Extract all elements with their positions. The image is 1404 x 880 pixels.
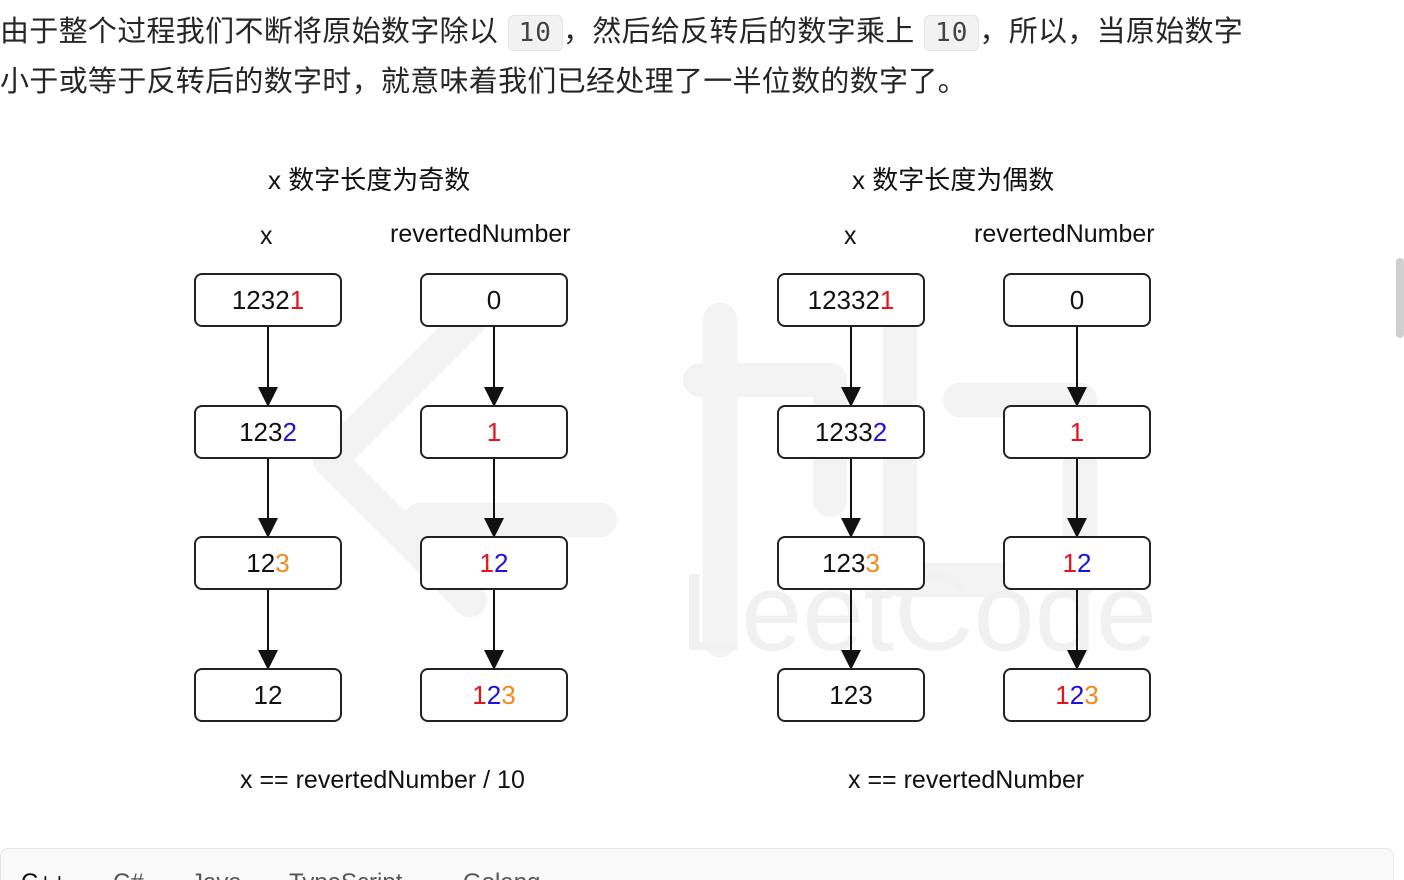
node-digit: 1 bbox=[1055, 679, 1070, 710]
right-rev-label: revertedNumber bbox=[974, 220, 1155, 248]
paragraph-line-1: 由于整个过程我们不断将原始数字除以 10 ，然后给反转后的数字乘上 10 ，所以，当… bbox=[0, 6, 1400, 56]
node-digits: 1233 bbox=[814, 416, 873, 447]
node-digit: 1 bbox=[472, 679, 487, 710]
left-x-node: 12 3 bbox=[194, 536, 342, 590]
left-rev-node: 1 bbox=[420, 405, 568, 459]
left-equation: x == revertedNumber / 10 bbox=[240, 766, 525, 794]
left-rev-node: 12 bbox=[420, 536, 568, 590]
node-digit: 2 bbox=[1077, 547, 1092, 578]
inline-code: 10 bbox=[507, 15, 563, 51]
node-digit: 3 bbox=[501, 679, 516, 710]
palindrome-diagram: LeetCode x 数字长度为奇数 x revertedNumber 1232… bbox=[0, 120, 1404, 820]
left-panel-title: x 数字长度为奇数 bbox=[268, 165, 471, 195]
left-x-node: 123 2 bbox=[194, 405, 342, 459]
node-digit: 1 bbox=[1062, 547, 1077, 578]
node-digit: 0 bbox=[1069, 284, 1085, 315]
node-digit: 1 bbox=[1069, 416, 1085, 447]
node-digits: 1232 bbox=[231, 284, 290, 315]
left-x-node: 1232 1 bbox=[194, 273, 342, 327]
paragraph-text: ，然后给反转后的数字乘上 bbox=[562, 14, 915, 48]
right-rev-node: 12 bbox=[1003, 536, 1151, 590]
right-panel-title: x 数字长度为偶数 bbox=[852, 165, 1055, 195]
tab-golang[interactable]: Golang bbox=[463, 869, 540, 880]
node-digit: 1 bbox=[479, 547, 494, 578]
node-digits: 12332 bbox=[807, 284, 880, 315]
node-highlight-digit: 2 bbox=[282, 416, 297, 447]
left-rev-label: revertedNumber bbox=[390, 220, 571, 248]
node-digits: 12 bbox=[253, 679, 283, 710]
node-digit: 2 bbox=[486, 679, 502, 710]
code-language-tabs: C++ C# Java TypeScript Golang bbox=[0, 848, 1394, 880]
node-highlight-digit: 1 bbox=[879, 284, 895, 315]
node-digit: 2 bbox=[1069, 679, 1085, 710]
node-digit: 3 bbox=[1084, 679, 1099, 710]
right-x-node: 123 bbox=[777, 668, 925, 722]
left-x-node: 12 bbox=[194, 668, 342, 722]
right-equation: x == revertedNumber bbox=[848, 766, 1085, 794]
explanation-paragraph: 由于整个过程我们不断将原始数字除以 10 ，然后给反转后的数字乘上 10 ，所以，当… bbox=[0, 6, 1400, 106]
node-highlight-digit: 1 bbox=[289, 284, 305, 315]
node-digits: 123 bbox=[829, 679, 873, 710]
tab-typescript[interactable]: TypeScript bbox=[289, 869, 402, 880]
paragraph-line-2: 小于或等于反转后的数字时，就意味着我们已经处理了一半位数的数字了。 bbox=[0, 64, 967, 98]
right-x-label: x bbox=[844, 222, 857, 250]
left-x-label: x bbox=[260, 222, 273, 250]
right-rev-node: 0 bbox=[1003, 273, 1151, 327]
right-rev-node: 123 bbox=[1003, 668, 1151, 722]
node-digit: 1 bbox=[486, 416, 502, 447]
tab-java[interactable]: Java bbox=[191, 869, 242, 880]
node-digit: 0 bbox=[486, 284, 502, 315]
right-rev-node: 1 bbox=[1003, 405, 1151, 459]
node-highlight-digit: 3 bbox=[865, 547, 880, 578]
tab-csharp[interactable]: C# bbox=[113, 869, 144, 880]
right-x-node: 1233 2 bbox=[777, 405, 925, 459]
inline-code: 10 bbox=[924, 15, 980, 51]
node-digits: 12 bbox=[246, 547, 276, 578]
left-rev-node: 0 bbox=[420, 273, 568, 327]
scrollbar-thumb[interactable] bbox=[1396, 258, 1404, 338]
left-rev-node: 123 bbox=[420, 668, 568, 722]
node-highlight-digit: 3 bbox=[275, 547, 290, 578]
node-digits: 123 bbox=[822, 547, 866, 578]
paragraph-text: 由于整个过程我们不断将原始数字除以 bbox=[0, 14, 499, 48]
node-digits: 123 bbox=[239, 416, 283, 447]
paragraph-text: ，所以，当原始数字 bbox=[979, 14, 1244, 48]
node-digit: 2 bbox=[494, 547, 509, 578]
node-highlight-digit: 2 bbox=[872, 416, 888, 447]
right-x-node: 12332 1 bbox=[777, 273, 925, 327]
right-x-node: 123 3 bbox=[777, 536, 925, 590]
tab-cpp[interactable]: C++ bbox=[21, 869, 66, 880]
